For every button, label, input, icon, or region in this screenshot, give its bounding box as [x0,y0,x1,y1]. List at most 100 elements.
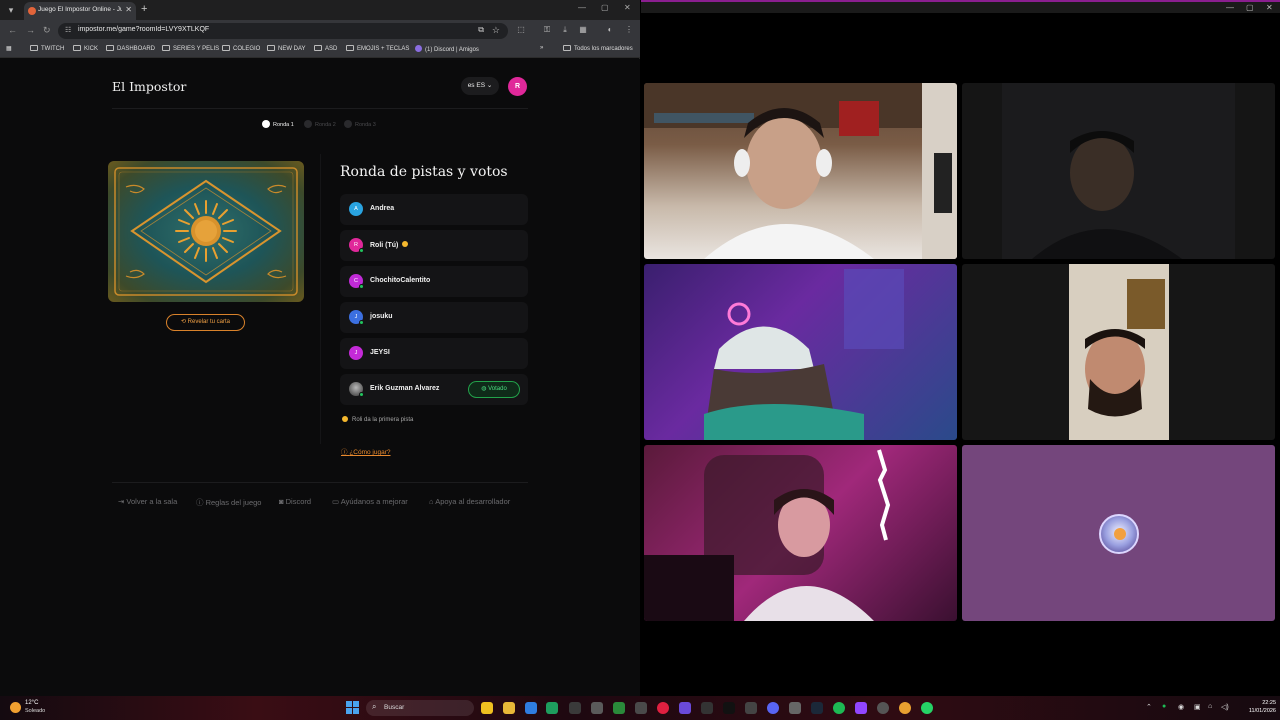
bookmark-emojis[interactable]: EMOJIS + TECLAS [346,45,409,52]
app-icon[interactable] [525,702,537,714]
browser-window: ▾ Juego El Impostor Online - Jug ✕ + — ▢… [0,0,640,696]
app-icon[interactable] [701,702,713,714]
browser-tab[interactable]: Juego El Impostor Online - Jug ✕ [24,2,136,20]
app-icon[interactable] [635,702,647,714]
bookmark-discord[interactable]: (1) Discord | Amigos [415,45,479,53]
discord-link[interactable]: ◙ Discord [279,497,311,506]
taskbar-search[interactable]: ⌕ Buscar [366,700,474,716]
all-bookmarks[interactable]: Todos los marcadores [563,45,633,52]
language-selector[interactable]: es ES ⌄ [461,77,499,95]
video-tile[interactable] [644,445,957,621]
menu-dots-icon[interactable]: ⋮ [624,25,634,35]
secret-card[interactable] [108,161,304,302]
bookmark-colegio[interactable]: COLEGIO [222,45,260,52]
bookmark-star-icon[interactable]: ☆ [492,25,500,36]
app-icon[interactable] [591,702,603,714]
site-info-icon[interactable]: ☷ [65,26,71,34]
player-row[interactable]: A Andrea [340,194,528,225]
windows-logo-icon [346,701,352,707]
new-tab-icon[interactable]: + [141,3,147,15]
reveal-card-button[interactable]: ⟲ Revelar tu carta [166,314,245,331]
player-row[interactable]: C ChochitoCalentito [340,266,528,297]
tiktok-icon[interactable] [723,702,735,714]
clock-date: 11/01/2026 [1248,708,1276,714]
player-row[interactable]: J josuku [340,302,528,333]
forward-icon[interactable]: → [26,25,35,35]
bookmark-new-day[interactable]: NEW DAY [267,45,306,52]
sticky-notes-icon[interactable] [481,702,493,714]
system-clock[interactable]: 22:25 11/01/2026 [1236,699,1276,715]
bookmark-dashboard[interactable]: DASHBOARD [106,45,155,52]
app-icon[interactable] [855,702,867,714]
spotify-icon[interactable] [833,702,845,714]
app-icon[interactable] [569,702,581,714]
tray-spotify-icon[interactable]: ● [1162,703,1166,710]
tray-app-icon[interactable]: ▣ [1194,703,1201,711]
reload-icon[interactable]: ↻ [43,25,51,36]
chrome-icon[interactable] [899,702,911,714]
video-tile[interactable] [962,83,1275,259]
profile-icon[interactable]: ◐ [605,25,615,35]
round-3: Ronda 3 [344,120,376,130]
volume-icon[interactable]: ◁) [1221,703,1229,711]
support-developer-link[interactable]: ⌂ Apoya al desarrollador [429,497,510,506]
maximize-icon[interactable]: ▢ [601,3,609,12]
whatsapp-icon[interactable] [921,702,933,714]
weather-widget[interactable]: 12°C Soleado [10,699,70,717]
file-explorer-icon[interactable] [503,702,515,714]
player-row[interactable]: J JEYSI [340,338,528,369]
app-icon[interactable] [745,702,757,714]
video-tile[interactable] [644,264,957,440]
how-to-play-link[interactable]: ⓘ ¿Cómo jugar? [341,446,391,456]
app-icon[interactable] [679,702,691,714]
tab-search-icon[interactable]: ▾ [4,3,18,17]
apps-grid-icon[interactable]: ▦ [6,45,12,52]
download-icon[interactable]: ⤓ [560,25,570,35]
app-icon[interactable] [789,702,801,714]
video-tile[interactable] [962,264,1275,440]
minimize-icon[interactable]: — [1226,3,1234,12]
tab-close-icon[interactable]: ✕ [125,5,132,14]
steam-icon[interactable] [811,702,823,714]
install-icon[interactable]: ⧉ [478,25,484,35]
password-icon[interactable]: ⚿ [542,25,552,35]
chat-icon: ▭ [332,497,340,506]
user-avatar[interactable]: R [508,77,527,96]
bookmark-asd[interactable]: ASD [314,45,337,52]
start-button[interactable] [346,701,360,715]
tray-chevron-icon[interactable]: ⌃ [1146,703,1152,711]
back-icon[interactable]: ← [8,25,17,35]
check-circle-icon: ◍ [481,386,487,392]
url-text: impostor.me/game?roomId=LVY9XTLKQF [78,26,210,33]
minimize-icon[interactable]: — [578,3,586,12]
tray-app-icon[interactable]: ◉ [1178,703,1184,711]
close-window-icon[interactable]: ✕ [1266,3,1273,12]
bookmark-label: EMOJIS + TECLAS [357,46,410,52]
maximize-icon[interactable]: ▢ [1246,3,1254,12]
coin-icon [342,416,348,422]
video-tile[interactable] [962,445,1275,621]
app-icon[interactable] [657,702,669,714]
close-window-icon[interactable]: ✕ [624,3,631,12]
app-icon[interactable] [613,702,625,714]
player-row[interactable]: Erik Guzman Alvarez ◍ Votado [340,374,528,405]
reading-list-icon[interactable]: ▦ [578,25,588,35]
more-bookmarks-icon[interactable]: » [540,45,543,51]
app-icon[interactable] [546,702,558,714]
address-bar[interactable]: ☷ impostor.me/game?roomId=LVY9XTLKQF ⧉ ☆ [58,23,508,39]
app-icon[interactable] [877,702,889,714]
video-tile[interactable] [644,83,957,259]
feedback-link[interactable]: ▭ Ayúdanos a mejorar [332,497,408,506]
bookmark-series[interactable]: SERIES Y PELIS [162,45,219,52]
bookmark-twitch[interactable]: TWITCH [30,45,64,52]
extensions-icon[interactable]: ⬚ [516,25,526,35]
game-rules-link[interactable]: ⓘ Reglas del juego [196,497,261,508]
bookmark-kick[interactable]: KICK [73,45,98,52]
site-logo[interactable]: El Impostor [112,79,186,94]
discord-icon[interactable] [767,702,779,714]
network-icon[interactable]: ⌂ [1208,703,1212,710]
player-row[interactable]: R Roli (Tú) [340,230,528,261]
voted-label: Votado [488,386,507,392]
back-to-room-link[interactable]: ⇥ Volver a la sala [118,497,177,506]
online-status-icon [359,320,364,325]
